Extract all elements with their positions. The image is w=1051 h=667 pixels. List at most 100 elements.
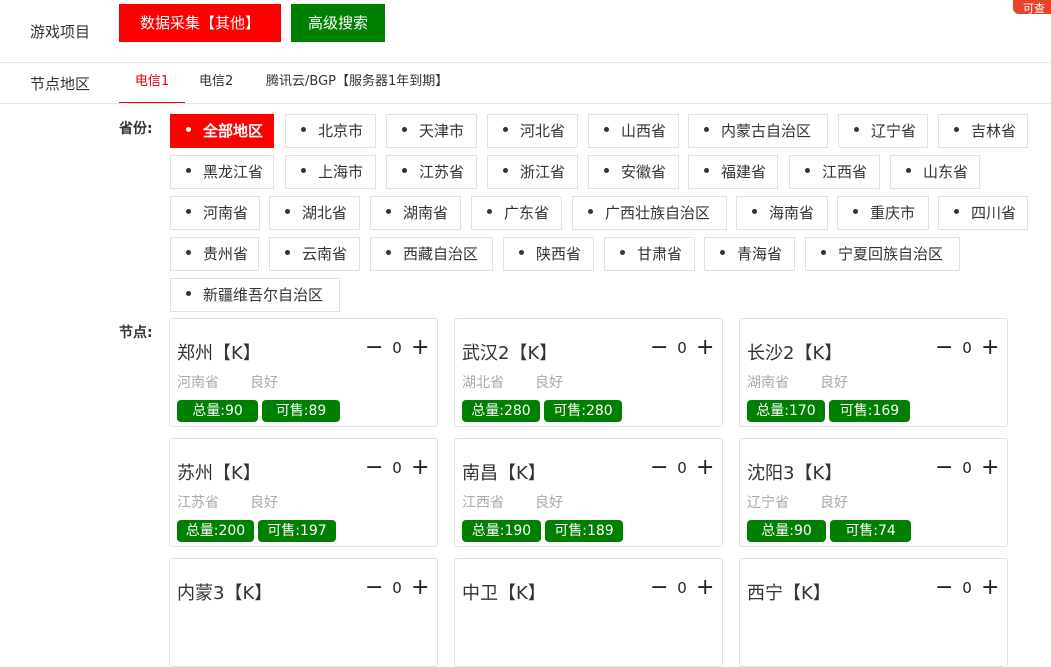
province-chip-label: 安徽省 [621,163,667,181]
quantity-value[interactable]: 0 [668,459,696,477]
province-chip[interactable]: 内蒙古自治区 [688,114,828,148]
quantity-value[interactable]: 0 [383,579,411,597]
province-chip[interactable]: 天津市 [386,114,477,148]
node-region-label: 节点地区 [30,75,91,93]
province-chip[interactable]: 重庆市 [837,196,929,230]
province-chip[interactable]: 海南省 [736,196,828,230]
plus-icon[interactable]: + [696,455,714,480]
bullet-dot-icon [402,168,407,173]
plus-icon[interactable]: + [981,455,999,480]
node-status: 良好 [250,495,278,511]
minus-icon[interactable]: − [365,575,383,600]
node-province: 湖北省 [462,375,504,391]
province-chip-label: 广东省 [504,204,550,222]
minus-icon[interactable]: − [365,335,383,360]
province-chip-label: 海南省 [769,204,815,222]
minus-icon[interactable]: − [935,455,953,480]
province-chip[interactable]: 湖南省 [370,196,461,230]
bullet-dot-icon [301,127,306,132]
minus-icon[interactable]: − [650,455,668,480]
plus-icon[interactable]: + [696,335,714,360]
province-chip[interactable]: 宁夏回族自治区 [805,237,960,271]
province-chip-all[interactable]: 全部地区 [170,114,274,148]
province-chip[interactable]: 河北省 [487,114,578,148]
province-chip[interactable]: 北京市 [285,114,376,148]
province-chip[interactable]: 山西省 [588,114,679,148]
quantity-value[interactable]: 0 [953,459,981,477]
province-chip[interactable]: 陕西省 [503,237,594,271]
province-chip-label: 湖北省 [302,204,348,222]
game-project-label: 游戏项目 [30,23,91,41]
quantity-value[interactable]: 0 [668,579,696,597]
province-chip[interactable]: 甘肃省 [604,237,695,271]
node-card[interactable]: 沈阳3【K】 −0 + 辽宁省 良好 总量:90 可售:74 [739,438,1008,547]
node-card[interactable]: 中卫【K】 −0 + [454,558,723,667]
node-card[interactable]: 内蒙3【K】 −0 + [169,558,438,667]
province-chip[interactable]: 新疆维吾尔自治区 [170,278,340,312]
minus-icon[interactable]: − [365,455,383,480]
province-chip[interactable]: 江西省 [789,155,880,189]
plus-icon[interactable]: + [981,575,999,600]
node-name: 南昌【K】 [462,463,546,484]
quantity-value[interactable]: 0 [953,579,981,597]
data-collect-button[interactable]: 数据采集【其他】 [119,4,281,42]
node-name: 长沙2【K】 [747,343,843,364]
province-chip[interactable]: 安徽省 [588,155,679,189]
minus-icon[interactable]: − [935,575,953,600]
province-chip-label: 山东省 [923,163,969,181]
province-chip[interactable]: 广东省 [471,196,562,230]
node-card[interactable]: 郑州【K】 −0 + 河南省 良好 总量:90 可售:89 [169,318,438,427]
node-card[interactable]: 武汉2【K】 −0 + 湖北省 良好 总量:280 可售:280 [454,318,723,427]
province-chip[interactable]: 青海省 [704,237,795,271]
province-chip-label: 天津市 [419,122,465,140]
bullet-dot-icon [386,250,391,255]
province-chip[interactable]: 吉林省 [938,114,1028,148]
bullet-dot-icon [805,168,810,173]
minus-icon[interactable]: − [935,335,953,360]
advanced-search-button[interactable]: 高级搜索 [291,4,385,42]
tab-divider [0,103,1051,104]
province-chip[interactable]: 西藏自治区 [370,237,493,271]
province-chip[interactable]: 山东省 [890,155,980,189]
corner-tag[interactable]: 可查 [1013,0,1051,14]
quantity-value[interactable]: 0 [383,339,411,357]
plus-icon[interactable]: + [411,575,429,600]
bullet-dot-icon [285,250,290,255]
province-chip[interactable]: 江苏省 [386,155,477,189]
province-chip[interactable]: 云南省 [269,237,360,271]
node-card[interactable]: 苏州【K】 −0 + 江苏省 良好 总量:200 可售:197 [169,438,438,547]
plus-icon[interactable]: + [411,455,429,480]
available-badge: 可售:169 [829,400,910,422]
province-chip[interactable]: 四川省 [938,196,1028,230]
node-card[interactable]: 西宁【K】 −0 + [739,558,1008,667]
province-chip[interactable]: 辽宁省 [838,114,928,148]
province-chip[interactable]: 福建省 [688,155,778,189]
node-card[interactable]: 南昌【K】 −0 + 江西省 良好 总量:190 可售:189 [454,438,723,547]
plus-icon[interactable]: + [411,335,429,360]
minus-icon[interactable]: − [650,335,668,360]
header-divider [0,62,1051,63]
node-card[interactable]: 长沙2【K】 −0 + 湖南省 良好 总量:170 可售:169 [739,318,1008,427]
quantity-value[interactable]: 0 [668,339,696,357]
available-badge: 可售:74 [830,520,911,542]
plus-icon[interactable]: + [981,335,999,360]
node-name: 武汉2【K】 [462,343,558,364]
tab-tencent-bgp[interactable]: 腾讯云/BGP【服务器1年到期】 [266,64,448,104]
bullet-dot-icon [301,168,306,173]
node-name: 苏州【K】 [177,463,261,484]
total-badge: 总量:280 [462,400,540,422]
plus-icon[interactable]: + [696,575,714,600]
tab-telecom-2[interactable]: 电信2 [199,64,233,104]
province-chip[interactable]: 广西壮族自治区 [572,196,727,230]
province-chip[interactable]: 贵州省 [170,237,259,271]
tab-telecom-1[interactable]: 电信1 [119,64,185,104]
province-chip[interactable]: 黑龙江省 [170,155,274,189]
province-chip[interactable]: 浙江省 [487,155,578,189]
quantity-value[interactable]: 0 [383,459,411,477]
quantity-value[interactable]: 0 [953,339,981,357]
minus-icon[interactable]: − [650,575,668,600]
total-badge: 总量:170 [747,400,825,422]
province-chip[interactable]: 上海市 [285,155,376,189]
province-chip[interactable]: 湖北省 [269,196,360,230]
province-chip[interactable]: 河南省 [170,196,260,230]
